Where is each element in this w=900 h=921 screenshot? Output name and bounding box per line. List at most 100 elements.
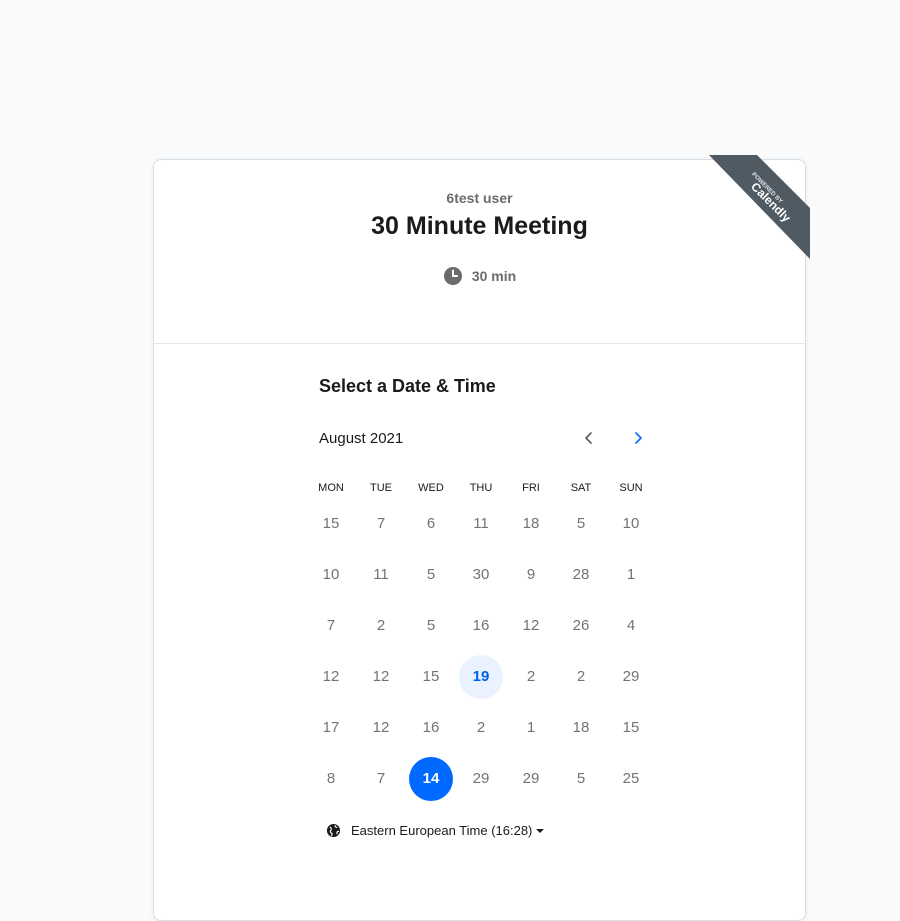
- calendar-day-number: 28: [572, 566, 590, 583]
- caret-down-icon: [536, 828, 545, 833]
- calendar-day-number: 6: [426, 515, 436, 532]
- calendar-day-number: 7: [376, 770, 386, 787]
- calendar-day: 10: [606, 498, 656, 549]
- calendar-week-row: 8 7 14 29 29 5 25: [306, 753, 656, 804]
- calendar-day: 11: [356, 549, 406, 600]
- calendar-day: 29: [606, 651, 656, 702]
- calendar-day-number: 10: [622, 515, 640, 532]
- calendar-day-number: 7: [326, 617, 336, 634]
- calendar-day-number: 15: [622, 719, 640, 736]
- calendar-grid: MON TUE WED THU FRI SAT SUN 15 7 6 11 18 5 10 1…: [306, 478, 656, 804]
- calendar-day: 2: [456, 702, 506, 753]
- booking-card: 6test user 30 Minute Meeting 30 min Sele…: [153, 159, 806, 921]
- weekday-label: MON: [318, 482, 344, 494]
- calendar-day: 18: [506, 498, 556, 549]
- weekday-label: SAT: [570, 482, 592, 494]
- globe-icon: [326, 823, 341, 838]
- calendar-day: 29: [456, 753, 506, 804]
- event-header: 6test user 30 Minute Meeting 30 min: [154, 160, 805, 344]
- weekday-label: THU: [469, 482, 493, 494]
- calendar-day: 5: [556, 498, 606, 549]
- calendar-day-number: 18: [522, 515, 540, 532]
- next-month-button[interactable]: [624, 426, 652, 454]
- calendar-day-number: 1: [526, 719, 536, 736]
- calendar-day: 2: [556, 651, 606, 702]
- calendar-day: 9: [506, 549, 556, 600]
- calendar-day: 1: [606, 549, 656, 600]
- calendar-day: 12: [306, 651, 356, 702]
- calendar-day: 6: [406, 498, 456, 549]
- calendar-day-number: 10: [322, 566, 340, 583]
- calendar-day-number: 17: [322, 719, 340, 736]
- calendar-day-number: 18: [572, 719, 590, 736]
- owner-name: 6test user: [446, 190, 513, 206]
- calendar-day-number: 26: [572, 617, 590, 634]
- calendar-day: 15: [306, 498, 356, 549]
- weekday-label: WED: [418, 482, 444, 494]
- calendar-day-number: 9: [526, 566, 536, 583]
- calendar-day: 5: [406, 600, 456, 651]
- calendar-day: 16: [456, 600, 506, 651]
- calendar-day: 17: [306, 702, 356, 753]
- clock-icon: [443, 266, 463, 286]
- calendar-day-number: 12: [322, 668, 340, 685]
- duration-label: 30 min: [471, 268, 517, 284]
- calendar-day-number: 29: [522, 770, 540, 787]
- powered-by-badge[interactable]: POWERED BY Calendly: [709, 155, 810, 259]
- calendar-day: 28: [556, 549, 606, 600]
- calendar-day-number: 11: [373, 566, 389, 583]
- calendar-day-number: 12: [522, 617, 540, 634]
- calendar-day: 1: [506, 702, 556, 753]
- calendar-day-number: 5: [576, 770, 586, 787]
- calendar-day: 5: [406, 549, 456, 600]
- calendar-day: 12: [356, 651, 406, 702]
- calendar-week-row: 7 2 5 16 12 26 4: [306, 600, 656, 651]
- calendar-day: 4: [606, 600, 656, 651]
- calendar-day: 7: [356, 498, 406, 549]
- calendar-week-row: 12 12 15 19 2 2 29: [306, 651, 656, 702]
- calendar-day-number: 15: [422, 668, 440, 685]
- chevron-left-icon: [583, 431, 595, 450]
- calendar-day-number: 15: [322, 515, 340, 532]
- previous-month-button[interactable]: [575, 426, 603, 454]
- calendar-day-number: 29: [472, 770, 490, 787]
- timezone-selector[interactable]: Eastern European Time (16:28): [326, 823, 545, 838]
- calendar-day: 12: [506, 600, 556, 651]
- calendar-day-number: 5: [576, 515, 586, 532]
- weekday-label: SUN: [619, 482, 643, 494]
- calendar-day-number: 16: [472, 617, 490, 634]
- calendar-day: 10: [306, 549, 356, 600]
- calendar-day-number[interactable]: 14: [409, 756, 453, 801]
- event-title: 30 Minute Meeting: [371, 212, 588, 240]
- calendar-day-selected[interactable]: 14: [406, 753, 456, 804]
- calendar-day-number: 1: [626, 566, 636, 583]
- calendar-day-number: 5: [426, 617, 436, 634]
- calendar-day: 15: [406, 651, 456, 702]
- weekday-label: TUE: [370, 482, 392, 494]
- calendar-day: 7: [356, 753, 406, 804]
- month-label: August 2021: [319, 430, 404, 447]
- calendar-day: 15: [606, 702, 656, 753]
- calendar-day: 11: [456, 498, 506, 549]
- calendar-day-available[interactable]: 19: [456, 651, 506, 702]
- calendar-day-number: 2: [476, 719, 486, 736]
- calendar-day-number: 5: [426, 566, 436, 583]
- calendar-day: 2: [506, 651, 556, 702]
- calendar-week-row: 10 11 5 30 9 28 1: [306, 549, 656, 600]
- chevron-right-icon: [632, 431, 644, 450]
- calendar-day-number: 8: [326, 770, 336, 787]
- calendar-day-number[interactable]: 19: [459, 654, 503, 699]
- calendar-day-number: 2: [526, 668, 536, 685]
- calendar-weeks: 15 7 6 11 18 5 10 10 11 5 30 9 28 1 7 2 5 16 12 26 4 12 12 15 19…: [306, 498, 656, 804]
- calendar-day-number: 12: [372, 719, 390, 736]
- calendar-day-number: 30: [472, 566, 490, 583]
- calendar-day-number: 7: [376, 515, 386, 532]
- calendar-day: 18: [556, 702, 606, 753]
- calendar-day: 5: [556, 753, 606, 804]
- calendar-day: 7: [306, 600, 356, 651]
- calendar-day-number: 2: [376, 617, 386, 634]
- calendar-day: 8: [306, 753, 356, 804]
- calendar-week-row: 17 12 16 2 1 18 15: [306, 702, 656, 753]
- calendar-day: 16: [406, 702, 456, 753]
- calendar-day-number: 4: [626, 617, 636, 634]
